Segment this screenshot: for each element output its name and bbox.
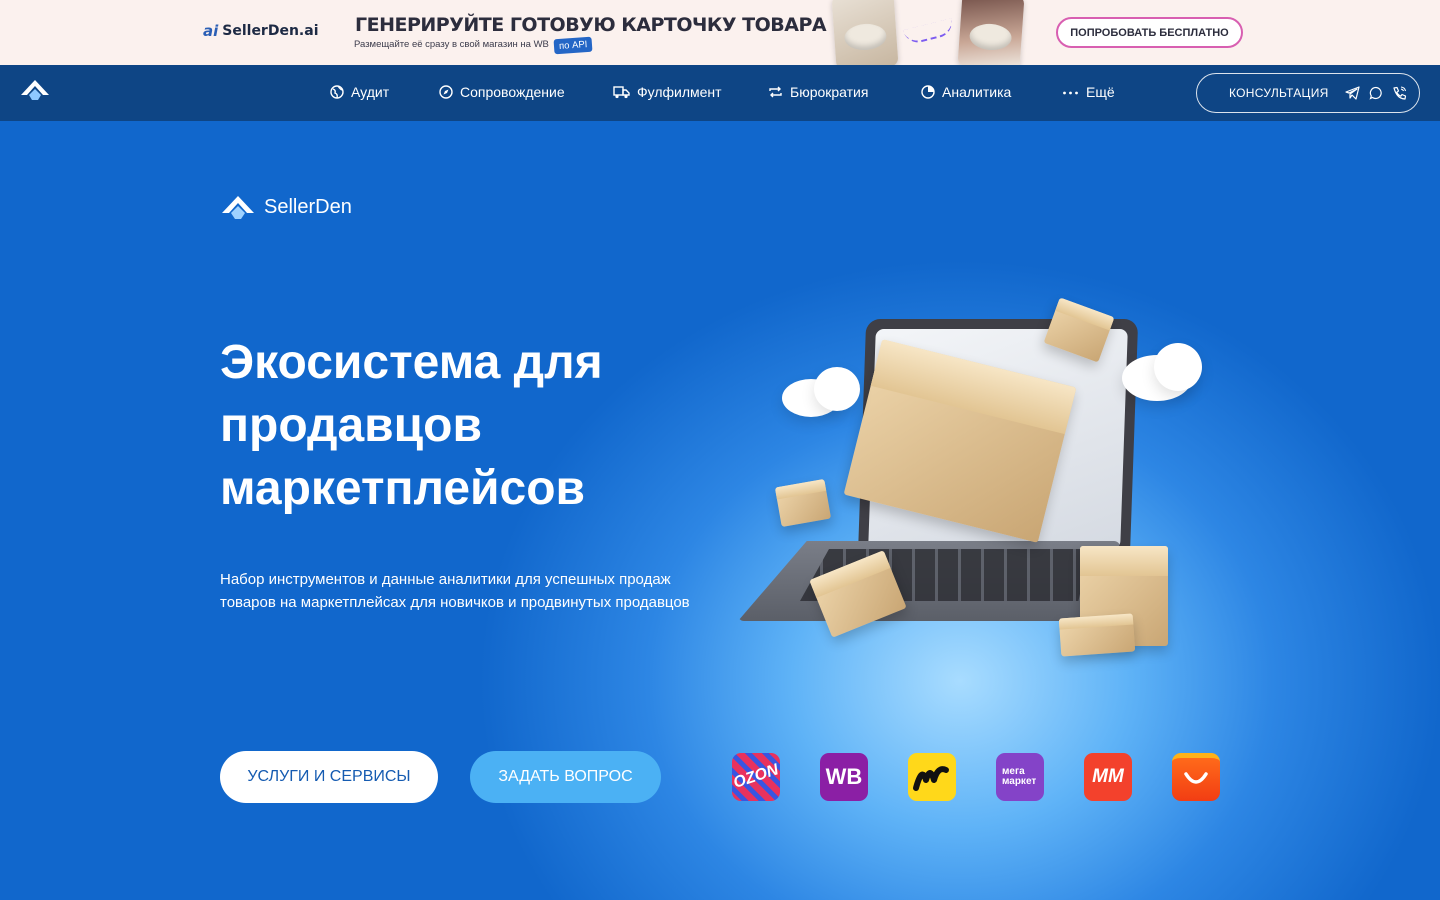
nav-item-fulfillment[interactable]: Фулфилмент: [613, 84, 722, 100]
try-free-button[interactable]: ПОПРОБОВАТЬ БЕСПЛАТНО: [1056, 17, 1243, 48]
compass-icon: [439, 85, 453, 99]
phone-icon[interactable]: [1392, 86, 1407, 100]
flat-box-right: [1058, 613, 1136, 657]
laptop-boxes-illustration: [730, 291, 1210, 671]
nav-item-analytics[interactable]: Аналитика: [921, 84, 1011, 100]
aliexpress-logo[interactable]: [1172, 753, 1220, 801]
nav-label: Аналитика: [942, 84, 1012, 100]
home-roof-logo-icon[interactable]: [20, 78, 50, 107]
yandex-market-icon: [913, 766, 949, 791]
ai-logo-icon: ai: [203, 22, 219, 40]
nav-item-bureaucracy[interactable]: Бюрократия: [768, 84, 868, 100]
repeat-icon: [769, 86, 782, 98]
nav-item-more[interactable]: Ещё: [1062, 84, 1115, 100]
hero-section: SellerDen Экосистема для продавцов марке…: [0, 121, 1440, 900]
hero-subtext: Набор инструментов и данные аналитики дл…: [220, 571, 690, 611]
hero-headline: Экосистема для продавцов маркетплейсов: [220, 336, 603, 515]
sellerden-brand[interactable]: SellerDen: [221, 194, 352, 220]
truck-icon: [613, 86, 630, 99]
nav-label: Бюрократия: [790, 84, 869, 100]
yandex-market-logo[interactable]: [908, 753, 956, 801]
nav-label: Аудит: [351, 84, 390, 100]
banner-logo-text: SellerDen.ai: [222, 23, 319, 39]
consultation-button[interactable]: КОНСУЛЬТАЦИЯ: [1196, 73, 1420, 113]
megamarket-logo-text: мега маркет: [1002, 766, 1037, 787]
cloud-right-puff: [1154, 343, 1202, 391]
ask-question-button[interactable]: ЗАДАТЬ ВОПРОС: [470, 751, 661, 803]
ozon-logo-text: OZON: [732, 761, 780, 792]
wildberries-logo[interactable]: WB: [820, 753, 868, 801]
transform-arrow-icon: [902, 18, 956, 46]
cloud-left-puff: [814, 367, 860, 411]
banner-subtitle: Размещайте её сразу в свой магазин на WB: [354, 39, 549, 50]
api-badge: по API: [553, 36, 593, 55]
consultation-label: КОНСУЛЬТАЦИЯ: [1229, 86, 1329, 100]
small-box-left: [774, 478, 832, 528]
banner-title: ГЕНЕРИРУЙТЕ ГОТОВУЮ КАРТОЧКУ ТОВАРА: [355, 14, 827, 36]
pie-chart-icon: [921, 85, 935, 99]
nav-label: Ещё: [1086, 84, 1115, 100]
whatsapp-icon[interactable]: [1369, 86, 1383, 100]
services-button[interactable]: УСЛУГИ И СЕРВИСЫ: [220, 751, 438, 803]
nav-label: Фулфилмент: [637, 84, 722, 100]
home-roof-logo-icon: [222, 196, 254, 219]
sellerden-ai-logo[interactable]: ai SellerDen.ai: [203, 22, 319, 40]
magnit-logo-text: MM: [1092, 766, 1124, 787]
promo-banner[interactable]: ai SellerDen.ai ГЕНЕРИРУЙТЕ ГОТОВУЮ КАРТ…: [0, 0, 1440, 65]
product-photo-before: [831, 0, 899, 65]
nav-label: Сопровождение: [460, 84, 565, 100]
ozon-logo[interactable]: OZON: [732, 753, 780, 801]
nav-item-audit[interactable]: Аудит: [330, 84, 389, 100]
telegram-icon[interactable]: [1345, 86, 1360, 100]
more-dots-icon: [1063, 91, 1078, 95]
megamarket-logo[interactable]: мега маркет: [996, 753, 1044, 801]
brand-name: SellerDen: [264, 195, 352, 218]
globe-icon: [330, 85, 344, 99]
magnit-market-logo[interactable]: MM: [1084, 753, 1132, 801]
aliexpress-smile-icon: [1184, 771, 1208, 784]
wb-logo-text: WB: [825, 764, 863, 789]
nav-item-support[interactable]: Сопровождение: [439, 84, 565, 100]
product-card-after: [957, 0, 1025, 65]
top-navigation: Аудит Сопровождение Фулфилмент Бюрократи…: [0, 65, 1440, 121]
